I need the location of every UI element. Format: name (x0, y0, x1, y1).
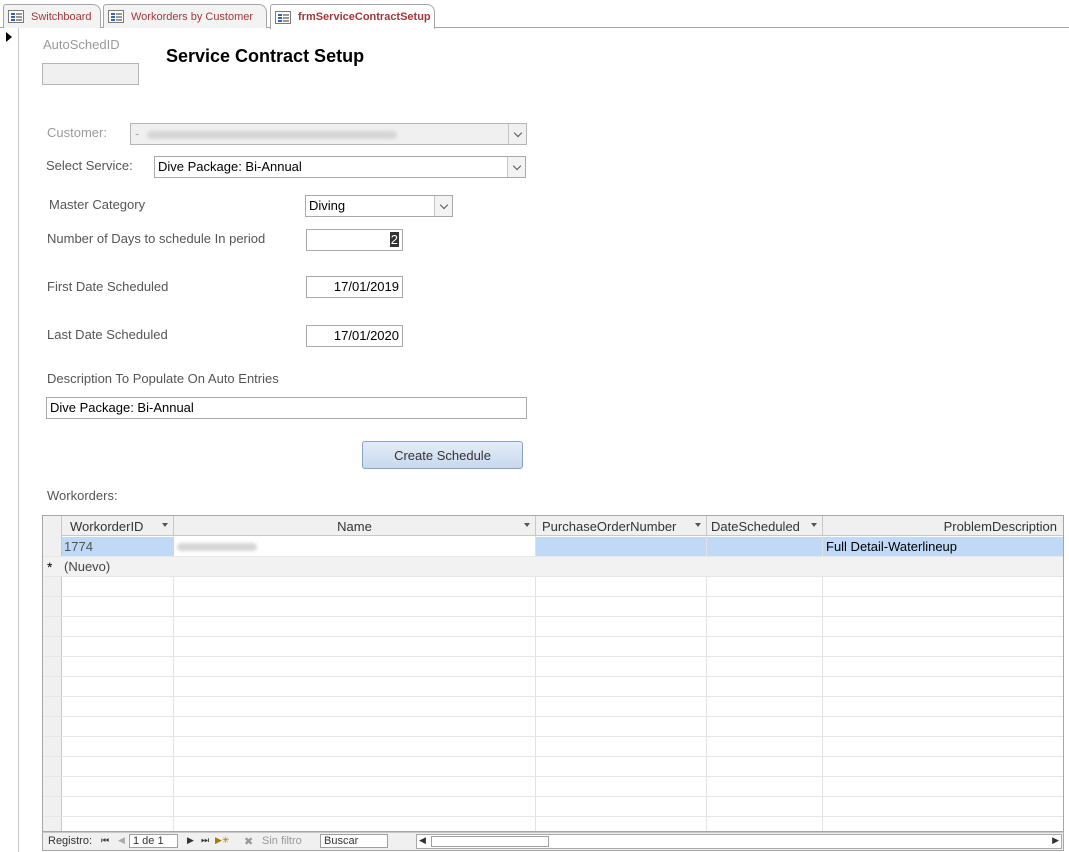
empty-row (43, 677, 1063, 697)
select-service-combo[interactable]: Dive Package: Bi-Annual (154, 156, 526, 178)
tab-label: Workorders by Customer (131, 10, 254, 23)
workorders-datasheet[interactable]: WorkorderID Name PurchaseOrderNumber Dat… (42, 515, 1064, 832)
empty-row (43, 657, 1063, 677)
cell-workorderid[interactable]: 1774 (62, 537, 174, 556)
customer-dropdown-button (508, 124, 526, 144)
create-schedule-button[interactable]: Create Schedule (362, 441, 523, 469)
chevron-down-icon (439, 200, 448, 209)
filter-status[interactable]: Sin filtro (262, 835, 302, 847)
last-date-input[interactable]: 17/01/2020 (306, 325, 403, 347)
search-input[interactable]: Buscar (320, 834, 388, 848)
first-record-icon[interactable]: ⏮ (101, 835, 109, 846)
sort-arrow-icon[interactable] (695, 523, 701, 527)
column-header-label: Name (337, 518, 372, 534)
days-value: 2 (389, 232, 399, 247)
cell-purchaseordernumber[interactable] (536, 537, 706, 556)
new-record-asterisk-icon: * (47, 558, 53, 575)
record-label: Registro: (48, 835, 93, 847)
empty-row (43, 717, 1063, 737)
empty-row (43, 597, 1063, 617)
column-header-purchaseordernumber[interactable]: PurchaseOrderNumber (536, 516, 707, 536)
days-label: Number of Days to schedule In period (47, 231, 266, 246)
sort-arrow-icon[interactable] (162, 523, 168, 527)
last-record-icon[interactable]: ⏭ (201, 835, 209, 846)
previous-record-icon[interactable]: ◀ (118, 835, 125, 846)
master-category-dropdown-button[interactable] (434, 196, 452, 216)
next-record-icon[interactable]: ▶ (187, 835, 194, 846)
master-category-label: Master Category (49, 197, 146, 212)
first-date-label: First Date Scheduled (47, 279, 169, 294)
last-date-label: Last Date Scheduled (47, 327, 168, 342)
column-header-workorderid[interactable]: WorkorderID (62, 516, 174, 536)
description-label: Description To Populate On Auto Entries (47, 371, 279, 386)
select-service-value: Dive Package: Bi-Annual (158, 159, 302, 174)
column-header-name[interactable]: Name (174, 516, 536, 536)
customer-combo: - (130, 123, 527, 145)
column-header-label: ProblemDescription (943, 518, 1057, 534)
customer-label: Customer: (47, 125, 107, 140)
document-tab-bar: Switchboard Workorders by Customer frmSe… (0, 0, 1069, 29)
cell-problemdescription[interactable]: Full Detail-Waterlineup (823, 537, 1063, 556)
autosched-id-label: AutoSchedID (43, 37, 120, 52)
scrollbar-thumb[interactable] (431, 836, 549, 847)
empty-row (43, 577, 1063, 597)
empty-row (43, 737, 1063, 757)
name-blurred (177, 542, 257, 551)
tab-label: Switchboard (31, 10, 92, 23)
tab-label: frmServiceContractSetup (298, 11, 431, 23)
sort-arrow-icon[interactable] (524, 523, 530, 527)
select-service-label: Select Service: (46, 158, 133, 173)
description-input[interactable]: Dive Package: Bi-Annual (46, 397, 527, 419)
new-record-row[interactable]: * (Nuevo) (43, 557, 1063, 577)
empty-row (43, 797, 1063, 817)
customer-name-blurred (146, 130, 397, 139)
empty-row (43, 817, 1063, 831)
record-selector[interactable] (0, 28, 19, 852)
form-icon (275, 10, 291, 24)
workorders-label: Workorders: (47, 488, 118, 503)
days-input[interactable]: 2 (306, 229, 403, 251)
form-icon (8, 10, 24, 23)
column-header-problemdescription[interactable]: ProblemDescription (823, 516, 1063, 536)
tab-switchboard[interactable]: Switchboard (3, 4, 101, 28)
empty-row (43, 777, 1063, 797)
empty-row (43, 757, 1063, 777)
datasheet-header: WorkorderID Name PurchaseOrderNumber Dat… (43, 516, 1063, 536)
tab-frm-service-contract-setup[interactable]: frmServiceContractSetup (270, 4, 435, 29)
first-date-input[interactable]: 17/01/2019 (306, 276, 403, 298)
column-header-label: WorkorderID (70, 518, 144, 534)
chevron-down-icon (512, 161, 521, 170)
record-navigation-bar: Registro: ⏮ ◀ 1 de 1 ▶ ⏭ ▶✳ ✖ Sin filtro… (42, 832, 1064, 851)
current-record-input[interactable]: 1 de 1 (129, 834, 178, 848)
sort-arrow-icon[interactable] (811, 523, 817, 527)
select-all-corner[interactable] (43, 516, 62, 536)
current-record-arrow-icon (6, 32, 12, 42)
new-record-label[interactable]: (Nuevo) (64, 557, 174, 576)
table-row[interactable]: 1774 Full Detail-Waterlineup (43, 537, 1063, 557)
chevron-down-icon (513, 128, 522, 137)
customer-prefix: - (135, 126, 140, 141)
no-filter-icon[interactable]: ✖ (244, 835, 253, 848)
new-record-icon[interactable]: ▶✳ (215, 835, 229, 846)
empty-row (43, 697, 1063, 717)
master-category-combo[interactable]: Diving (305, 195, 453, 217)
column-header-datescheduled[interactable]: DateScheduled (707, 516, 823, 536)
form-title: Service Contract Setup (166, 46, 365, 66)
scroll-right-icon[interactable]: ▶ (1052, 835, 1059, 846)
column-header-label: PurchaseOrderNumber (542, 518, 677, 534)
form-icon (108, 10, 124, 23)
horizontal-scrollbar[interactable]: ◀ ▶ (416, 834, 1062, 849)
empty-row (43, 617, 1063, 637)
autosched-id-field (42, 63, 139, 85)
tab-workorders-by-customer[interactable]: Workorders by Customer (103, 4, 267, 28)
master-category-value: Diving (309, 198, 346, 213)
cell-datescheduled[interactable] (707, 537, 822, 556)
scroll-left-icon[interactable]: ◀ (419, 835, 426, 846)
cell-name[interactable] (174, 537, 535, 556)
column-header-label: DateScheduled (711, 518, 800, 534)
select-service-dropdown-button[interactable] (507, 157, 525, 177)
empty-row (43, 637, 1063, 657)
